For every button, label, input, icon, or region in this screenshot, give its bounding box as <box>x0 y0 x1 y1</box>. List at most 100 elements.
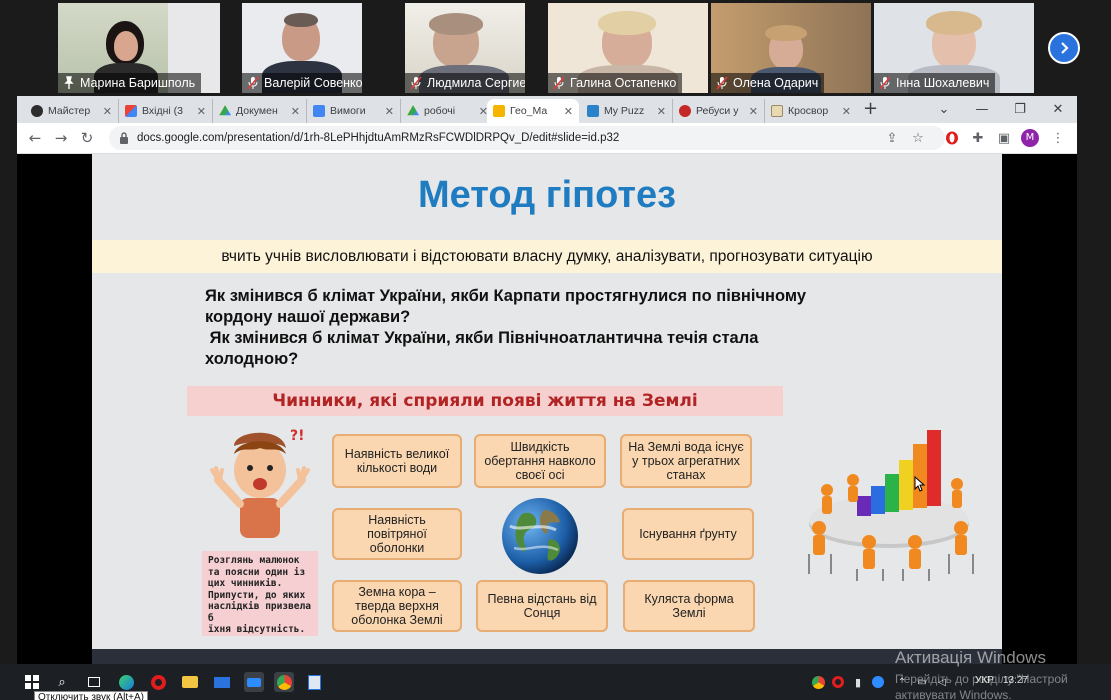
participant-tile[interactable]: Марина Баришполь <box>58 3 220 93</box>
factor-box: На Землі вода існує у трьох агрегатних с… <box>620 434 752 488</box>
tab-strip: Майстер ✕ Вхідні (3 ✕ Докумен ✕ Вимоги ✕ роб… <box>17 96 1077 123</box>
windows-activation-line: Перейдіть до розділу "Настрой <box>895 672 1068 686</box>
dark-app-icon <box>31 105 43 117</box>
url-text: docs.google.com/presentation/d/1rh-8LePH… <box>137 132 620 144</box>
bookmark-star-icon[interactable]: ☆ <box>909 129 927 147</box>
factor-box: Земна кора – тверда верхня оболонка Земл… <box>332 580 462 632</box>
earth-globe-image <box>502 498 578 574</box>
participant-name: Олена Одарич <box>733 76 819 90</box>
participant-tile[interactable]: Галина Остапенко <box>548 3 708 93</box>
chevron-right-icon <box>1061 42 1069 54</box>
factor-box: Швидкість обертання навколо своєї осі <box>474 434 606 488</box>
tab-active[interactable]: Гео_Ма ✕ <box>487 99 579 123</box>
participant-name-bar: Інна Шохалевич <box>874 73 996 93</box>
mic-muted-icon <box>247 76 259 90</box>
close-window-button[interactable]: ✕ <box>1039 96 1077 123</box>
participant-name-bar: Галина Остапенко <box>548 73 683 93</box>
extensions-puzzle-icon[interactable]: ✚ <box>969 129 987 147</box>
slide-footer-bar <box>92 649 1002 664</box>
opera-extension-icon[interactable] <box>943 129 961 147</box>
usb-icon[interactable]: ▮ <box>848 672 868 692</box>
svg-text:?!: ?! <box>290 428 305 444</box>
tab[interactable]: My Puzz ✕ <box>581 99 673 123</box>
question-1-line-2: кордону нашої держави? <box>205 308 411 326</box>
tab[interactable]: Ребуси у ✕ <box>673 99 765 123</box>
slide-subtitle: вчить учнів висловлювати і відстоювати в… <box>92 240 1002 273</box>
participant-name-bar: Людмила Сергиенко <box>405 73 525 93</box>
tab[interactable]: Майстер ✕ <box>25 99 119 123</box>
notepad-icon[interactable] <box>304 672 324 692</box>
meeting-chart-illustration <box>808 430 974 581</box>
drive-icon <box>407 105 419 116</box>
close-tab-icon[interactable]: ✕ <box>657 105 666 118</box>
menu-kebab-icon[interactable]: ⋮ <box>1049 129 1067 147</box>
tab[interactable]: робочі ✕ <box>401 99 495 123</box>
side-panel-icon[interactable]: ▣ <box>995 129 1013 147</box>
tab[interactable]: Кросвор ✕ <box>765 99 857 123</box>
factor-box: Куляста форма Землі <box>623 580 755 632</box>
zoom-icon[interactable] <box>244 672 264 692</box>
screen: Марина Баришполь Валерій Совенко Людмила… <box>0 0 1111 700</box>
back-button[interactable]: ← <box>25 128 45 148</box>
mic-muted-icon <box>716 76 728 90</box>
crossword-icon <box>771 105 783 117</box>
pin-icon <box>64 76 74 89</box>
chrome-icon[interactable] <box>274 672 294 692</box>
zoom-tray-icon[interactable] <box>868 672 888 692</box>
edge-icon[interactable] <box>116 672 136 692</box>
share-icon[interactable]: ⇪ <box>883 129 901 147</box>
tab[interactable]: Вхідні (3 ✕ <box>119 99 213 123</box>
mouse-cursor-icon <box>914 476 926 492</box>
factor-box: Наявність повітряної оболонки <box>332 508 462 560</box>
minimize-button[interactable]: — <box>963 96 1001 123</box>
opera-icon[interactable] <box>148 672 168 692</box>
profile-avatar[interactable]: M <box>1021 129 1039 147</box>
task-view-icon[interactable] <box>84 672 104 692</box>
tab[interactable]: Вимоги ✕ <box>307 99 401 123</box>
close-tab-icon[interactable]: ✕ <box>103 105 112 118</box>
factor-box: Наявність великої кількості води <box>332 434 462 488</box>
slide-title: Метод гіпотез <box>417 174 677 216</box>
gmail-icon <box>125 105 137 117</box>
search-icon[interactable]: ⌕ <box>52 672 72 692</box>
participant-tile[interactable]: Людмила Сергиенко <box>405 3 525 93</box>
close-tab-icon[interactable]: ✕ <box>842 105 851 118</box>
windows-start-icon[interactable] <box>22 672 42 692</box>
close-tab-icon[interactable]: ✕ <box>291 105 300 118</box>
forward-button[interactable]: → <box>51 128 71 148</box>
task-note: Розглянь малюнок та поясни один із цих ч… <box>202 551 318 636</box>
new-tab-button[interactable]: + <box>863 99 878 119</box>
mic-muted-icon <box>553 76 565 90</box>
close-tab-icon[interactable]: ✕ <box>564 105 573 118</box>
participant-tile[interactable]: Валерій Совенко <box>242 3 362 93</box>
browser-window: Майстер ✕ Вхідні (3 ✕ Докумен ✕ Вимоги ✕ роб… <box>17 96 1077 664</box>
factors-heading: Чинники, які сприяли появі життя на Земл… <box>187 386 783 416</box>
opera-tray-icon[interactable] <box>828 672 848 692</box>
windows-activation-line-2: активувати Windows. <box>895 688 1012 700</box>
tab[interactable]: Докумен ✕ <box>213 99 307 123</box>
reload-button[interactable]: ↻ <box>77 128 97 148</box>
next-participants-button[interactable] <box>1048 32 1080 64</box>
question-2-line-1: Як змінився б клімат України, якби Півні… <box>205 329 759 347</box>
lock-icon <box>120 132 128 144</box>
docs-icon <box>313 105 325 117</box>
question-1-line-1: Як змінився б клімат України, якби Карпа… <box>205 287 807 305</box>
restore-button[interactable]: ❐ <box>1001 96 1039 123</box>
mic-muted-icon <box>410 76 422 90</box>
mic-muted-icon <box>879 76 891 90</box>
participant-name-bar: Олена Одарич <box>711 73 825 93</box>
close-tab-icon[interactable]: ✕ <box>197 105 206 118</box>
mail-icon[interactable] <box>212 672 232 692</box>
address-bar[interactable]: docs.google.com/presentation/d/1rh-8LePH… <box>109 126 945 150</box>
slides-icon <box>493 105 505 117</box>
participant-tile[interactable]: Олена Одарич <box>711 3 871 93</box>
tab-search-icon[interactable]: ⌄ <box>925 96 963 123</box>
participant-name: Інна Шохалевич <box>896 76 990 90</box>
close-tab-icon[interactable]: ✕ <box>385 105 394 118</box>
browser-toolbar: ← → ↻ docs.google.com/presentation/d/1rh… <box>17 123 1077 154</box>
file-explorer-icon[interactable] <box>180 672 200 692</box>
close-tab-icon[interactable]: ✕ <box>749 105 758 118</box>
chrome-tray-icon[interactable] <box>808 672 828 692</box>
participant-tile[interactable]: Інна Шохалевич <box>874 3 1034 93</box>
participant-name: Валерій Совенко <box>264 76 362 90</box>
